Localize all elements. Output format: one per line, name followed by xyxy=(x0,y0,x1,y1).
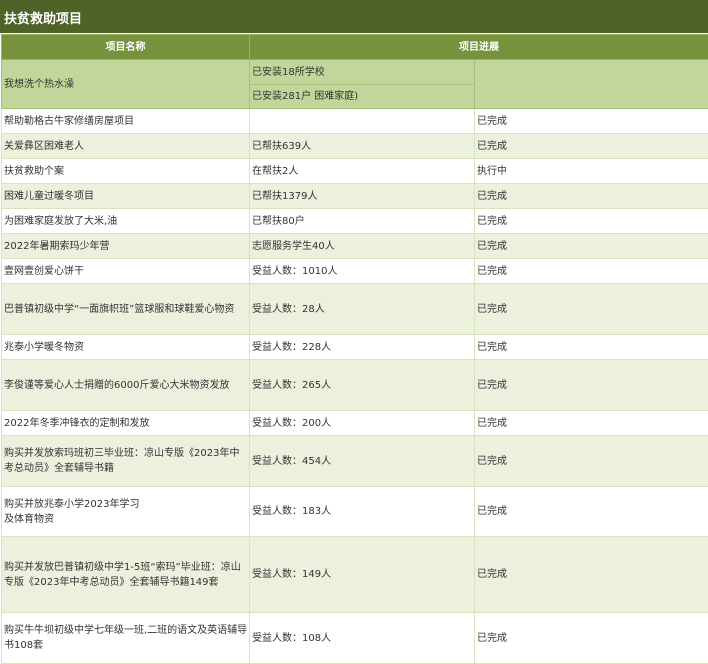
cell-progress: 已安装18所学校 xyxy=(249,59,475,85)
cell-status: 已完成 xyxy=(474,612,708,664)
cell-project-name: 壹网壹创爱心饼干 xyxy=(1,258,250,284)
cell-progress: 在帮扶2人 xyxy=(249,158,475,184)
table-row: 李俊谨等爱心人士捐赠的6000斤爱心大米物资发放 受益人数：265人 已完成 xyxy=(1,359,708,411)
cell-project-name: 扶贫救助个案 xyxy=(1,158,250,184)
cell-progress xyxy=(249,108,475,134)
cell-progress: 受益人数：108人 xyxy=(249,612,475,664)
cell-progress: 已安装281户 困难家庭) xyxy=(249,84,475,109)
cell-project-name: 购买并发放巴普镇初级中学1-5班“索玛”毕业班：凉山专版《2023年中考总动员》… xyxy=(1,536,250,613)
cell-status: 已完成 xyxy=(474,233,708,259)
cell-project-name: 关爱彝区困难老人 xyxy=(1,133,250,159)
cell-progress: 志愿服务学生40人 xyxy=(249,233,475,259)
cell-status: 已完成 xyxy=(474,208,708,234)
column-header-name: 项目名称 xyxy=(1,34,250,60)
table-row: 2022年暑期索玛少年营 志愿服务学生40人 已完成 xyxy=(1,233,708,259)
cell-project-name: 李俊谨等爱心人士捐赠的6000斤爱心大米物资发放 xyxy=(1,359,250,411)
table-row: 购买并放兆泰小学2023年学习 及体育物资 受益人数：183人 已完成 xyxy=(1,486,708,537)
cell-progress: 受益人数：265人 xyxy=(249,359,475,411)
cell-status: 已完成 xyxy=(474,536,708,613)
table-row: 购买牛牛坝初级中学七年级一班,二班的语文及英语辅导书108套 受益人数：108人… xyxy=(1,612,708,664)
cell-project-name: 购买并发放索玛班初三毕业班：凉山专版《2023年中考总动员》全套辅导书籍 xyxy=(1,435,250,487)
cell-project-name: 2022年冬季冲锋衣的定制和发放 xyxy=(1,410,250,436)
cell-progress: 已帮扶639人 xyxy=(249,133,475,159)
cell-status: 已完成 xyxy=(474,486,708,537)
cell-project-name: 帮助勒格古牛家修缮房屋项目 xyxy=(1,108,250,134)
table-row: 扶贫救助个案 在帮扶2人 执行中 xyxy=(1,158,708,184)
cell-status: 执行中 xyxy=(474,158,708,184)
table-row: 巴普镇初级中学“一面旗帜班”篮球服和球鞋爱心物资 受益人数：28人 已完成 xyxy=(1,283,708,335)
table-row: 壹网壹创爱心饼干 受益人数：1010人 已完成 xyxy=(1,258,708,284)
project-table: 项目名称 项目进展 我想洗个热水澡 已安装18所学校 已安装281户 困难家庭)… xyxy=(1,34,708,664)
cell-progress: 受益人数：149人 xyxy=(249,536,475,613)
cell-progress: 已帮扶80户 xyxy=(249,208,475,234)
cell-status: 已完成 xyxy=(474,133,708,159)
cell-status: 已完成 xyxy=(474,410,708,436)
cell-project-name: 巴普镇初级中学“一面旗帜班”篮球服和球鞋爱心物资 xyxy=(1,283,250,335)
column-header-progress: 项目进展 xyxy=(249,34,708,60)
cell-status: 已完成 xyxy=(474,183,708,209)
cell-project-name: 购买并放兆泰小学2023年学习 及体育物资 xyxy=(1,486,250,537)
cell-status: 已完成 xyxy=(474,258,708,284)
cell-status: 已完成 xyxy=(474,108,708,134)
cell-project-name: 困难儿童过暖冬项目 xyxy=(1,183,250,209)
cell-status xyxy=(474,59,708,109)
cell-progress: 受益人数：1010人 xyxy=(249,258,475,284)
page-title: 扶贫救助项目 xyxy=(0,0,708,33)
cell-status: 已完成 xyxy=(474,435,708,487)
cell-project-name: 兆泰小学暖冬物资 xyxy=(1,334,250,360)
cell-status: 已完成 xyxy=(474,359,708,411)
cell-project-name: 2022年暑期索玛少年营 xyxy=(1,233,250,259)
cell-progress: 已帮扶1379人 xyxy=(249,183,475,209)
cell-progress: 受益人数：454人 xyxy=(249,435,475,487)
table-row: 关爱彝区困难老人 已帮扶639人 已完成 xyxy=(1,133,708,159)
table-row: 为困难家庭发放了大米,油 已帮扶80户 已完成 xyxy=(1,208,708,234)
table-row: 帮助勒格古牛家修缮房屋项目 已完成 xyxy=(1,108,708,134)
table-header-row: 项目名称 项目进展 xyxy=(1,34,708,60)
cell-project-name: 我想洗个热水澡 xyxy=(1,59,250,109)
cell-status: 已完成 xyxy=(474,283,708,335)
table-row: 购买并发放索玛班初三毕业班：凉山专版《2023年中考总动员》全套辅导书籍 受益人… xyxy=(1,435,708,487)
cell-progress: 受益人数：183人 xyxy=(249,486,475,537)
cell-progress: 受益人数：200人 xyxy=(249,410,475,436)
cell-project-name: 为困难家庭发放了大米,油 xyxy=(1,208,250,234)
table-row: 困难儿童过暖冬项目 已帮扶1379人 已完成 xyxy=(1,183,708,209)
table-row: 兆泰小学暖冬物资 受益人数：228人 已完成 xyxy=(1,334,708,360)
cell-progress: 受益人数：28人 xyxy=(249,283,475,335)
cell-project-name: 购买牛牛坝初级中学七年级一班,二班的语文及英语辅导书108套 xyxy=(1,612,250,664)
cell-progress: 受益人数：228人 xyxy=(249,334,475,360)
table-row: 购买并发放巴普镇初级中学1-5班“索玛”毕业班：凉山专版《2023年中考总动员》… xyxy=(1,536,708,613)
cell-status: 已完成 xyxy=(474,334,708,360)
table-row: 我想洗个热水澡 已安装18所学校 xyxy=(1,59,708,109)
table-row: 2022年冬季冲锋衣的定制和发放 受益人数：200人 已完成 xyxy=(1,410,708,436)
